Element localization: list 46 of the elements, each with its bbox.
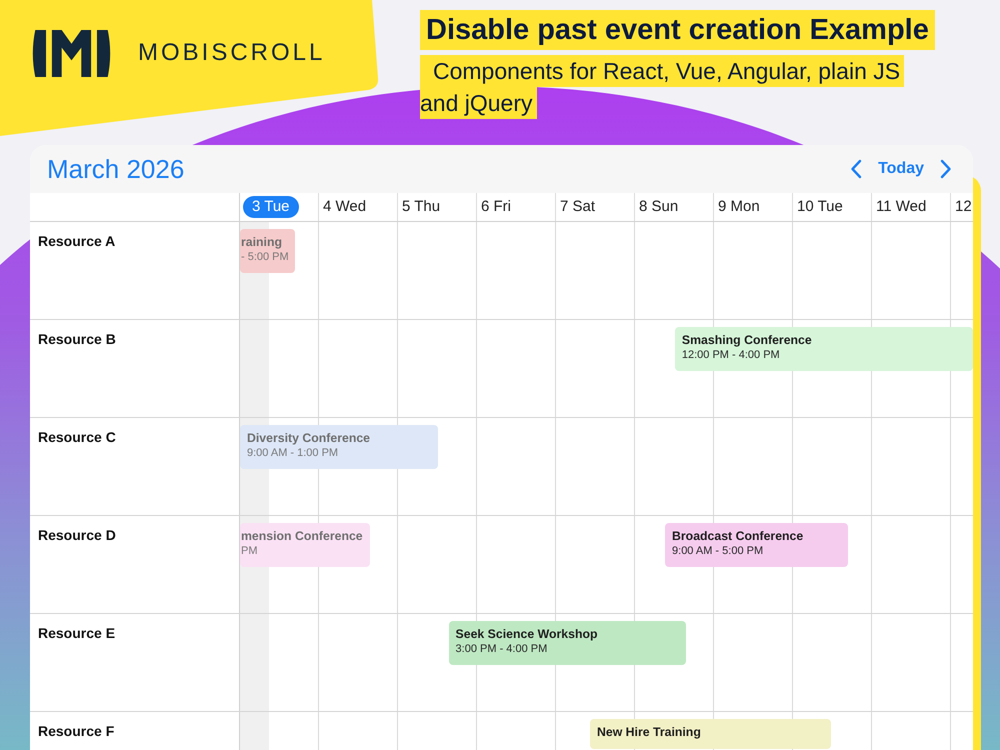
page-title: Disable past event creation Example (420, 10, 935, 50)
resource-label: Resource B (38, 331, 116, 348)
resource-label: Resource A (38, 233, 116, 250)
page-subtitle: Components for React, Vue, Angular, plain JS (420, 55, 904, 87)
next-button[interactable] (940, 159, 952, 179)
event-card[interactable]: Diversity Conference 9:00 AM - 1:00 PM (240, 425, 438, 469)
event-time: 9:00 AM - 1:00 PM (247, 446, 338, 460)
day-label: 12 (954, 197, 972, 217)
day-label: 5 Thu (401, 197, 440, 217)
event-card[interactable]: Smashing Conference 12:00 PM - 4:00 PM (674, 327, 973, 371)
resource-label: Resource E (38, 625, 116, 642)
event-time: 12:00 PM - 4:00 PM (682, 348, 780, 362)
today-button[interactable]: Today (878, 158, 924, 180)
event-title: Diversity Conference (247, 431, 370, 446)
event-card[interactable]: New Hire Training (590, 719, 831, 749)
event-title: Smashing Conference (682, 333, 812, 348)
event-time: 3:00 PM - 4:00 PM (456, 642, 548, 656)
event-card[interactable]: Seek Science Workshop 3:00 PM - 4:00 PM (448, 621, 686, 665)
event-card[interactable]: mension Conference PM (240, 523, 370, 567)
day-label: 3 Tue (243, 196, 299, 218)
day-label: 7 Sat (559, 197, 596, 217)
resource-label: Resource C (38, 429, 116, 446)
event-title: raining (241, 235, 282, 250)
previous-button[interactable] (850, 159, 862, 179)
resource-label: Resource D (38, 527, 116, 544)
event-time: - 5:00 PM (241, 250, 289, 264)
day-label: 10 Tue (796, 197, 843, 217)
day-label: 4 Wed (322, 197, 366, 217)
page-subtitle: and jQuery (420, 87, 537, 119)
day-label: 6 Fri (480, 197, 511, 217)
day-label: 9 Mon (717, 197, 760, 217)
day-label: 11 Wed (875, 197, 926, 217)
day-label: 8 Sun (638, 197, 678, 217)
event-title: Seek Science Workshop (456, 627, 598, 642)
event-card[interactable]: Broadcast Conference 9:00 AM - 5:00 PM (665, 523, 848, 567)
event-title: New Hire Training (596, 725, 701, 740)
event-time: PM (241, 544, 258, 558)
brand-name: MOBISCROLL (138, 39, 326, 67)
event-title: mension Conference (241, 529, 363, 544)
event-title: Broadcast Conference (672, 529, 804, 544)
calendar-title: March 2026 (47, 154, 184, 184)
chevron-left-icon (850, 159, 862, 179)
m-logo-icon (30, 30, 113, 77)
chevron-right-icon (940, 159, 952, 179)
resource-label: Resource F (38, 723, 114, 740)
event-time: 9:00 AM - 5:00 PM (672, 544, 764, 558)
